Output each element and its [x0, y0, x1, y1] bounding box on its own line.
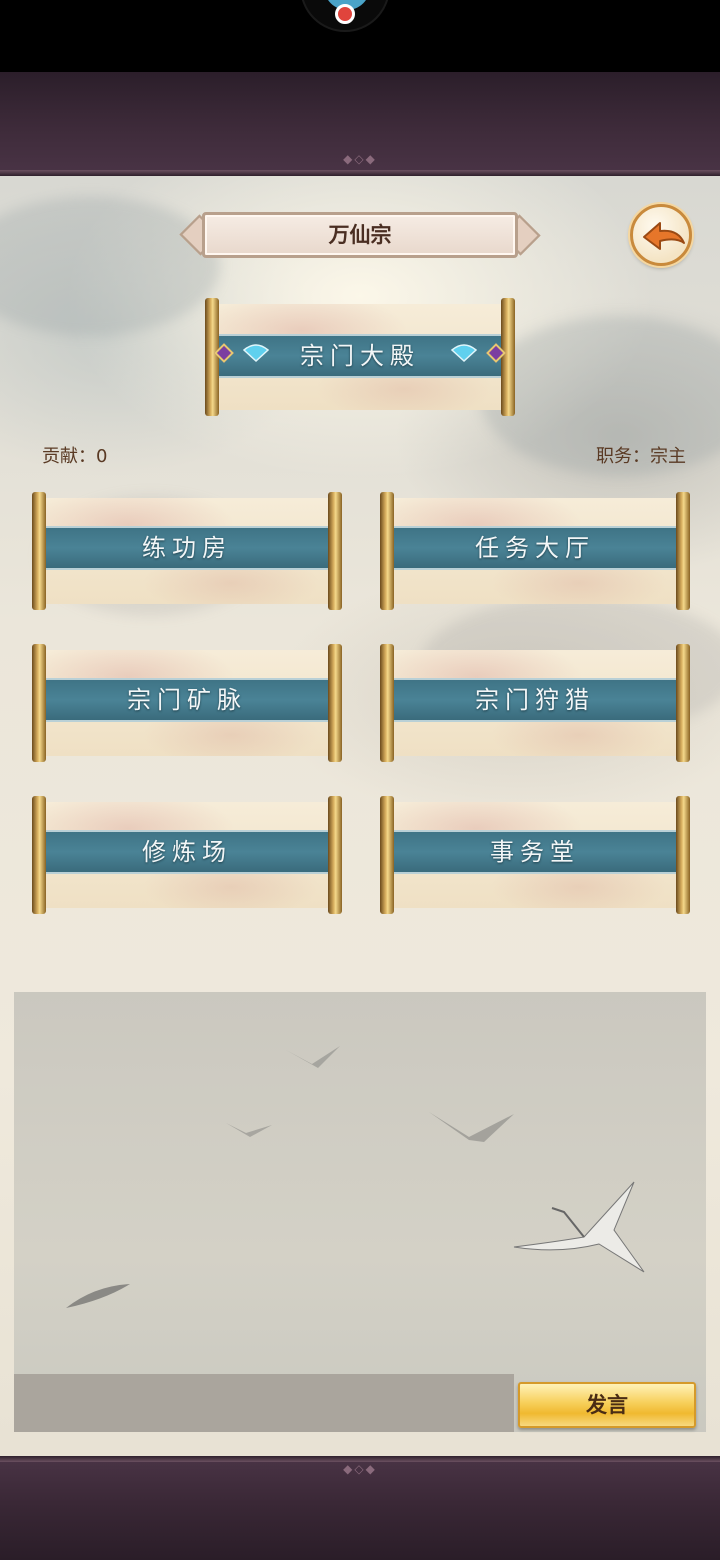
menu-training-room-button[interactable]: 练功房: [32, 492, 342, 610]
menu-sect-mine-button[interactable]: 宗门矿脉: [32, 644, 342, 762]
menu-label: 宗门矿脉: [127, 686, 247, 714]
top-frame: ◆◇◆: [0, 72, 720, 176]
menu-affairs-hall-button[interactable]: 事务堂: [380, 796, 690, 914]
app-mascot-icon: [300, 0, 390, 32]
chat-input[interactable]: [14, 1374, 514, 1432]
crane-illustration: [513, 1181, 645, 1273]
frame-ornament: ◆◇◆: [343, 1462, 377, 1476]
contribution-label: 贡献：0: [42, 446, 108, 467]
menu-label: 事务堂: [490, 838, 580, 866]
menu-label: 任务大厅: [475, 534, 595, 562]
chat-panel: [14, 992, 706, 1432]
send-button[interactable]: 发言: [518, 1382, 696, 1428]
menu-task-hall-button[interactable]: 任务大厅: [380, 492, 690, 610]
sect-scene: 万仙宗 宗门大殿 贡献：0 职务：宗主 练功房 任务大厅 宗门矿脉 宗门狩猎 修…: [0, 176, 720, 1456]
crane-illustration: [226, 1123, 272, 1137]
menu-cultivation-ground-button[interactable]: 修炼场: [32, 796, 342, 914]
menu-label: 宗门狩猎: [475, 686, 595, 714]
menu-label: 修炼场: [142, 838, 232, 866]
sect-title-plaque: 万仙宗: [179, 210, 541, 260]
menu-label: 练功房: [142, 534, 232, 562]
bottom-frame: ◆◇◆: [0, 1456, 720, 1560]
menu-sect-hunt-button[interactable]: 宗门狩猎: [380, 644, 690, 762]
crane-illustration: [429, 1112, 514, 1142]
crane-illustration: [286, 1046, 340, 1068]
back-arrow-icon: [643, 222, 685, 250]
status-bar: [0, 0, 720, 72]
sect-name: 万仙宗: [328, 223, 392, 247]
back-button[interactable]: [630, 204, 692, 266]
frame-ornament: ◆◇◆: [343, 152, 377, 166]
feather-illustration: [66, 1284, 130, 1308]
hall-title: 宗门大殿: [300, 342, 420, 370]
hall-banner[interactable]: 宗门大殿: [205, 298, 515, 416]
position-label: 职务：宗主: [596, 446, 686, 467]
